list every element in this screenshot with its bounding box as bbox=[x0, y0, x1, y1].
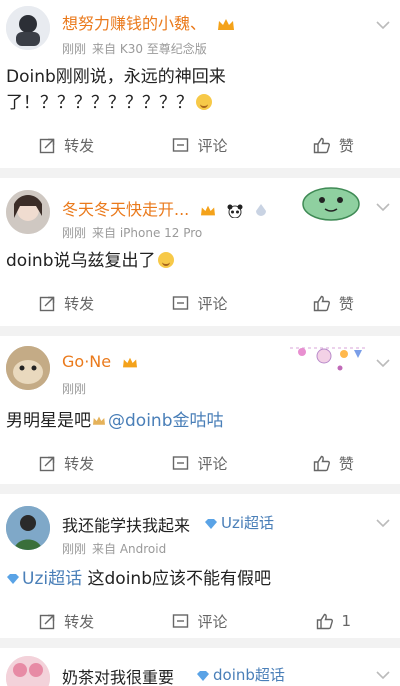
repost-button[interactable]: 转发 bbox=[0, 130, 133, 160]
username[interactable]: 奶茶对我很重要 bbox=[62, 664, 174, 686]
chevron-down-icon[interactable] bbox=[376, 518, 390, 528]
like-icon bbox=[316, 613, 333, 629]
repost-button[interactable]: 转发 bbox=[0, 606, 133, 636]
super-topic-icon bbox=[205, 518, 217, 529]
decoration-image bbox=[300, 182, 362, 222]
feed-post: Go·Ne 刚刚 男明星是吧 @doinb金咕咕 转发 评论 赞 bbox=[0, 336, 400, 484]
post-meta: 刚刚 bbox=[62, 380, 92, 397]
badge-icon bbox=[255, 203, 266, 216]
comment-icon bbox=[173, 137, 189, 152]
post-content: 男明星是吧 @doinb金咕咕 bbox=[6, 411, 224, 431]
separator bbox=[0, 484, 400, 494]
post-actions: 转发 评论 1 bbox=[0, 606, 400, 636]
post-meta: 刚刚 来自 Android bbox=[62, 540, 172, 557]
comment-button[interactable]: 评论 bbox=[133, 448, 266, 478]
crown-icon bbox=[93, 416, 105, 425]
comment-icon bbox=[173, 455, 189, 470]
post-source: 来自 Android bbox=[92, 542, 167, 556]
comment-button[interactable]: 评论 bbox=[133, 288, 266, 318]
username[interactable]: 我还能学扶我起来 bbox=[62, 512, 190, 536]
repost-icon bbox=[39, 456, 55, 471]
post-meta: 刚刚 来自 K30 至尊纪念版 bbox=[62, 40, 213, 57]
repost-button[interactable]: 转发 bbox=[0, 288, 133, 318]
like-icon bbox=[313, 295, 330, 311]
super-topic-link[interactable]: Uzi超话 bbox=[204, 512, 274, 533]
separator bbox=[0, 326, 400, 336]
comment-button[interactable]: 评论 bbox=[133, 130, 266, 160]
like-button[interactable]: 赞 bbox=[267, 130, 400, 160]
topic-tag[interactable]: Uzi超话 bbox=[6, 569, 82, 589]
post-content: Uzi超话 这doinb应该不能有假吧 bbox=[6, 566, 392, 592]
repost-icon bbox=[39, 138, 55, 153]
post-actions: 转发 评论 赞 bbox=[0, 130, 400, 160]
post-source: 来自 K30 至尊纪念版 bbox=[92, 42, 207, 56]
post-meta: 刚刚 来自 iPhone 12 Pro bbox=[62, 224, 208, 241]
username[interactable]: 冬天冬天快走开... bbox=[62, 196, 267, 220]
post-actions: 转发 评论 赞 bbox=[0, 448, 400, 478]
post-content: doinb说乌兹复出了 bbox=[6, 251, 156, 271]
repost-button[interactable]: 转发 bbox=[0, 448, 133, 478]
avatar[interactable] bbox=[6, 346, 50, 390]
crown-icon bbox=[218, 18, 235, 30]
feed-post: 我还能学扶我起来 Uzi超话 刚刚 来自 Android Uzi超话 这doinb… bbox=[0, 494, 400, 638]
chevron-down-icon[interactable] bbox=[376, 20, 390, 30]
like-icon bbox=[313, 137, 330, 153]
panda-icon bbox=[227, 204, 243, 218]
post-time: 刚刚 bbox=[62, 226, 87, 240]
super-topic-icon bbox=[7, 574, 19, 584]
feed-post: 想努力赚钱的小魏、 刚刚 来自 K30 至尊纪念版 Doinb刚刚说，永远的神回来… bbox=[0, 0, 400, 168]
username[interactable]: 想努力赚钱的小魏、 bbox=[62, 10, 235, 34]
super-topic-link[interactable]: doinb超话 bbox=[196, 664, 285, 685]
avatar[interactable] bbox=[6, 506, 50, 550]
feed-post: 冬天冬天快走开... 刚刚 来自 iPhone 12 Pro doinb说乌兹复出… bbox=[0, 178, 400, 326]
post-time: 刚刚 bbox=[62, 382, 87, 396]
mention-link[interactable]: @doinb金咕咕 bbox=[108, 411, 223, 431]
post-source: 来自 iPhone 12 Pro bbox=[92, 226, 203, 240]
post-content: Doinb刚刚说，永远的神回来了！？？？？？？？？？ bbox=[6, 67, 226, 113]
crown-icon bbox=[123, 357, 138, 367]
separator bbox=[0, 638, 400, 648]
like-button[interactable]: 赞 bbox=[267, 288, 400, 318]
like-button[interactable]: 赞 bbox=[267, 448, 400, 478]
post-actions: 转发 评论 赞 bbox=[0, 288, 400, 318]
smile-emoji-icon bbox=[158, 252, 175, 268]
comment-icon bbox=[173, 295, 189, 310]
chevron-down-icon[interactable] bbox=[376, 202, 390, 212]
avatar[interactable] bbox=[6, 656, 50, 686]
comment-button[interactable]: 评论 bbox=[133, 606, 266, 636]
like-button[interactable]: 1 bbox=[267, 606, 400, 636]
chevron-down-icon[interactable] bbox=[376, 670, 390, 680]
separator bbox=[0, 168, 400, 178]
repost-icon bbox=[39, 614, 55, 629]
super-topic-icon bbox=[197, 670, 209, 681]
like-icon bbox=[313, 455, 330, 471]
feed-post: 奶茶对我很重要 doinb超话 bbox=[0, 648, 400, 686]
avatar[interactable] bbox=[6, 6, 50, 50]
chevron-down-icon[interactable] bbox=[376, 358, 390, 368]
avatar[interactable] bbox=[6, 190, 50, 234]
post-time: 刚刚 bbox=[62, 542, 87, 556]
post-time: 刚刚 bbox=[62, 42, 87, 56]
smile-emoji-icon bbox=[196, 94, 212, 110]
comment-icon bbox=[173, 613, 189, 628]
decoration-image bbox=[288, 338, 368, 374]
like-count: 1 bbox=[341, 612, 352, 630]
repost-icon bbox=[39, 296, 55, 311]
crown-icon bbox=[201, 205, 216, 215]
username[interactable]: Go·Ne bbox=[62, 352, 138, 371]
